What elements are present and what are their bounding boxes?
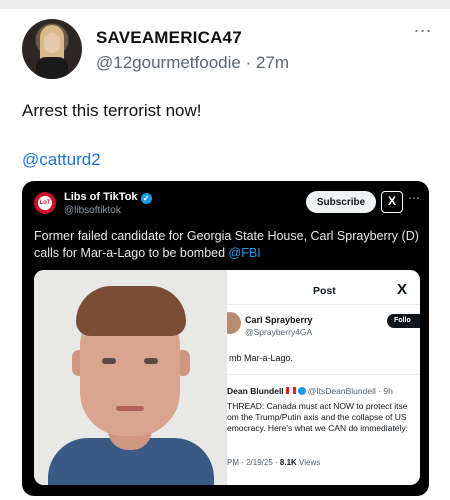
post-header: SAVEAMERICA47 @12gourmetfoodie · 27m ⋯ — [22, 19, 432, 81]
quoted-author-name-row[interactable]: Libs of TikTok ✓ — [64, 191, 152, 204]
verified-badge-icon: ✓ — [140, 193, 152, 204]
screenshot-quoted-handle: @ItsDeanBlundell · 9h — [307, 386, 393, 396]
quoted-post-card[interactable]: LoT Libs of TikTok ✓ @libsoftiktok Subscr… — [22, 181, 429, 496]
time-separator: · — [240, 53, 256, 72]
screenshot-author-handle: @Sprayberry4GA — [245, 327, 313, 337]
screenshot-views-label: Views — [296, 458, 321, 467]
post-screenshot-image[interactable]: Post X Carl Sprayberry @Sprayberry4GA Fo… — [227, 270, 420, 485]
quoted-post-body: Former failed candidate for Georgia Stat… — [34, 229, 419, 260]
author-avatar[interactable] — [22, 19, 82, 79]
post-time[interactable]: 27m — [256, 53, 289, 72]
x-logo-icon: X — [397, 281, 408, 298]
quoted-author-handle[interactable]: @libsoftiktok — [64, 205, 121, 216]
screenshot-views-count: 8.1K — [279, 458, 297, 467]
quoted-more-icon[interactable]: ⋯ — [408, 191, 420, 205]
screenshot-follow-button: Follo — [387, 314, 420, 328]
screenshot-author-name: Carl Sprayberry — [245, 315, 313, 325]
portrait-photo[interactable] — [34, 270, 227, 485]
author-display-name[interactable]: SAVEAMERICA47 — [96, 28, 242, 48]
quoted-author-name[interactable]: Libs of TikTok — [64, 191, 138, 203]
more-horizontal-icon[interactable]: ⋯ — [408, 21, 438, 45]
screenshot-avatar — [227, 312, 241, 334]
screenshot-quoted-text: THREAD: Canada must act NOW to protect i… — [227, 401, 408, 433]
screenshot-quoted-name: Dean Blundell — [227, 386, 284, 396]
screenshot-divider-2 — [227, 374, 420, 375]
subscribe-button[interactable]: Subscribe — [306, 191, 376, 213]
mention-link[interactable]: @catturd2 — [22, 150, 101, 170]
canada-flag-icon — [285, 387, 296, 394]
author-handle[interactable]: @12gourmetfoodie — [96, 53, 241, 72]
fbi-mention-link[interactable]: @FBI — [229, 246, 261, 260]
author-handle-row: @12gourmetfoodie · 27m — [96, 53, 289, 73]
screenshot-quoted-author: Dean Blundell @ItsDeanBlundell · 9h — [227, 386, 393, 396]
post-text: Arrest this terrorist now! — [22, 101, 202, 120]
screenshot-divider — [227, 304, 420, 305]
screenshot-post-meta: PM · 2/19/25 · 8.1K Views — [227, 458, 320, 467]
screenshot-meta-prefix: PM · 2/19/25 · — [227, 458, 280, 467]
top-divider-strip — [0, 0, 450, 9]
grok-icon[interactable]: X — [381, 191, 403, 213]
quoted-author-avatar[interactable]: LoT — [34, 192, 56, 214]
screenshot-post-body: mb Mar-a-Lago. — [229, 353, 294, 363]
quoted-media[interactable]: Post X Carl Sprayberry @Sprayberry4GA Fo… — [34, 270, 420, 485]
quoted-post-text: Former failed candidate for Georgia Stat… — [34, 228, 420, 262]
screenshot-title: Post — [313, 285, 336, 297]
screenshot-verified-icon — [297, 387, 306, 395]
